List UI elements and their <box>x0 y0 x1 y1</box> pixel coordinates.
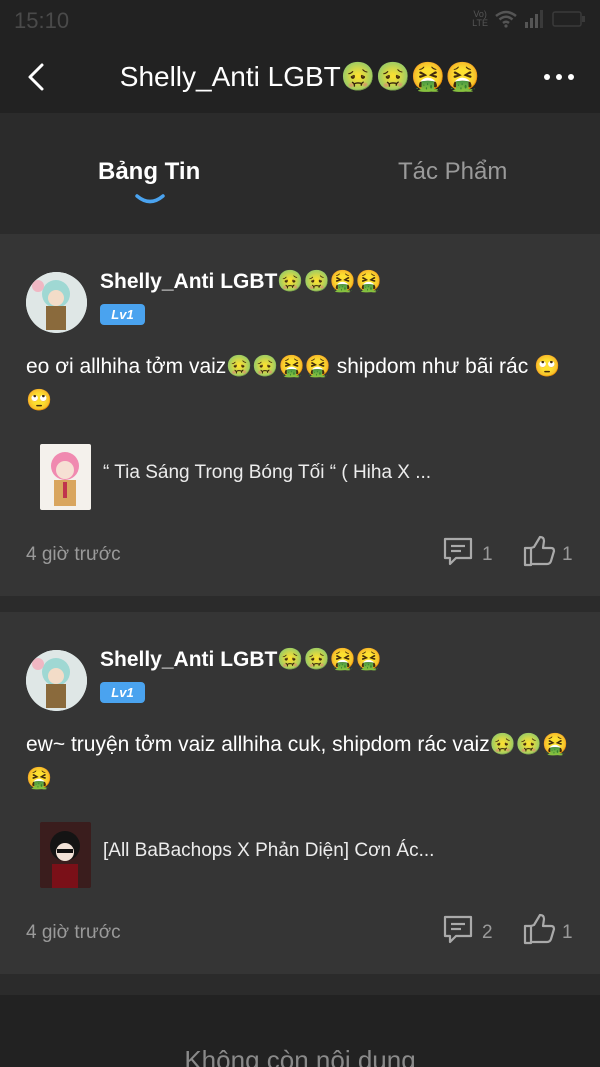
back-arrow-icon[interactable] <box>22 62 52 92</box>
post-text: eo ơi allhiha tởm vaiz🤢🤢🤮🤮 shipdom như b… <box>26 355 561 412</box>
tab-feed[interactable]: Bảng Tin <box>98 158 200 186</box>
post-time: 4 giờ trước <box>26 544 121 565</box>
like-count: 1 <box>562 922 573 943</box>
status-icons: Vo) LTE <box>472 10 586 28</box>
tab-bar: Bảng Tin Tác Phẩm <box>0 113 600 213</box>
work-title[interactable]: [All BaBachops X Phản Diện] Cơn Ác... <box>103 840 434 862</box>
lte-icon: Vo) LTE <box>472 9 488 28</box>
avatar-image <box>26 650 87 711</box>
linked-work-card[interactable]: [All BaBachops X Phản Diện] Cơn Ác... <box>26 816 574 898</box>
comment-icon[interactable] <box>442 914 474 946</box>
no-more-content-text: Không còn nội dung <box>184 1045 416 1067</box>
wifi-icon <box>495 10 517 28</box>
username[interactable]: Shelly_Anti LGBT🤢🤢🤮🤮 <box>100 270 382 294</box>
signal-icon <box>525 10 543 28</box>
avatar-image <box>26 272 87 333</box>
status-bar: 15:10 Vo) LTE <box>0 0 600 40</box>
work-title[interactable]: “ Tia Sáng Trong Bóng Tối “ ( Hiha X ... <box>103 462 431 484</box>
post-card[interactable]: Shelly_Anti LGBT🤢🤢🤮🤮 Lv1 eo ơi allhiha t… <box>0 234 600 596</box>
level-badge: Lv1 <box>100 304 145 325</box>
thumbs-up-icon[interactable] <box>522 534 556 568</box>
comment-icon[interactable] <box>442 536 474 568</box>
comment-count: 1 <box>482 544 493 565</box>
app-bar: Shelly_Anti LGBT🤢🤢🤮🤮 <box>0 40 600 113</box>
more-options-icon[interactable] <box>544 74 574 80</box>
end-of-feed-footer: Không còn nội dung <box>0 995 600 1067</box>
thumbs-up-icon[interactable] <box>522 912 556 946</box>
work-cover-image <box>40 822 91 888</box>
level-badge: Lv1 <box>100 682 145 703</box>
like-count: 1 <box>562 544 573 565</box>
avatar[interactable] <box>26 272 87 333</box>
battery-icon <box>552 11 585 27</box>
comment-count: 2 <box>482 922 493 943</box>
post-time: 4 giờ trước <box>26 922 121 943</box>
post-text: ew~ truyện tởm vaiz allhiha cuk, shipdom… <box>26 733 569 790</box>
tab-works[interactable]: Tác Phẩm <box>398 158 507 186</box>
page-title: Shelly_Anti LGBT🤢🤢🤮🤮 <box>119 61 481 92</box>
avatar[interactable] <box>26 650 87 711</box>
linked-work-card[interactable]: “ Tia Sáng Trong Bóng Tối “ ( Hiha X ... <box>26 438 574 520</box>
work-cover-image <box>40 444 91 510</box>
status-time: 15:10 <box>14 8 70 33</box>
active-tab-indicator <box>135 194 165 204</box>
username[interactable]: Shelly_Anti LGBT🤢🤢🤮🤮 <box>100 648 382 672</box>
post-card[interactable]: Shelly_Anti LGBT🤢🤢🤮🤮 Lv1 ew~ truyện tởm … <box>0 612 600 974</box>
